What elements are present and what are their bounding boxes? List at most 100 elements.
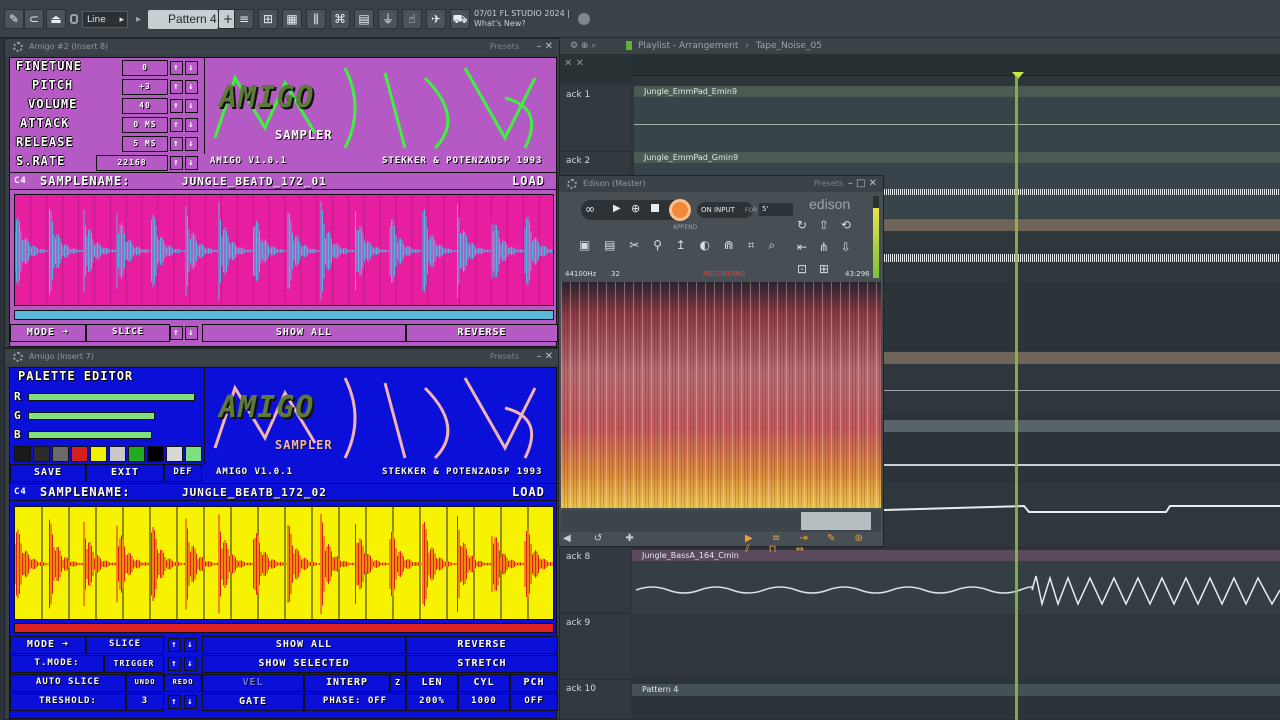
close-icon[interactable]: – □ ✕ [848,176,877,192]
amigo-2-scrollbar[interactable] [14,623,554,633]
def-button[interactable]: DEF [164,464,202,482]
news-panel[interactable]: 07/01 FL STUDIO 2024 | What's New? [474,9,574,29]
tmode-value[interactable]: TRIGGER [104,655,164,673]
channel-rack-icon[interactable]: ⊞ [258,9,278,29]
show-all-button[interactable]: SHOW ALL [202,324,406,342]
slider-r[interactable]: R [14,390,200,404]
presets-button[interactable]: Presets [490,39,519,55]
param-value-srate[interactable]: 22168 [96,155,168,171]
len-value[interactable]: 200% [406,693,458,711]
arrow-up-icon[interactable]: ↑ [170,80,183,94]
pattern-selector[interactable]: Pattern 4 [148,10,218,29]
presets-button[interactable]: Presets [490,349,519,365]
palette-swatch[interactable] [90,446,107,462]
param-value-volume[interactable]: 40 [122,98,168,114]
save-button[interactable]: SAVE [10,464,86,482]
send-icon[interactable]: ✈ [426,9,446,29]
arrow-down-icon[interactable]: ↓ [185,61,198,75]
arrow-up-icon[interactable]: ↑ [168,638,181,652]
amigo-1-scrollbar[interactable] [14,310,554,320]
lock-icon[interactable] [70,14,78,24]
show-all-button[interactable]: SHOW ALL [202,636,406,654]
arrow-down-icon[interactable]: ↓ [185,137,198,151]
phase-button[interactable]: PHASE: OFF [304,693,406,711]
arrow-up-icon[interactable]: ↑ [170,61,183,75]
timeline-ruler[interactable] [632,54,1280,76]
palette-swatch[interactable] [71,446,88,462]
track-header-9[interactable]: ack 9 [560,614,630,680]
close-icon[interactable]: – ✕ [536,39,553,55]
arrow-up-icon[interactable]: ↑ [170,118,183,132]
close-icon[interactable]: – ✕ [536,349,553,365]
plug-icon[interactable]: ⏚ [378,9,398,29]
palette-swatch[interactable] [166,446,183,462]
record-button[interactable] [669,199,691,221]
exit-button[interactable]: EXIT [86,464,164,482]
automation-line-2[interactable] [884,390,1280,391]
arrow-down-icon[interactable]: ↓ [185,118,198,132]
arrow-down-icon[interactable]: ↓ [185,156,198,170]
mixer-icon[interactable]: ⫼ [306,9,326,29]
piano-roll-icon[interactable]: ▦ [282,9,302,29]
amigo-1-waveform[interactable] [14,194,554,306]
palette-swatch[interactable] [33,446,50,462]
arrow-down-icon[interactable]: ↓ [185,80,198,94]
show-selected-button[interactable]: SHOW SELECTED [202,655,406,673]
reverse-button[interactable]: REVERSE [406,324,558,342]
treshold-value[interactable]: 3 [126,693,164,711]
param-value-pitch[interactable]: +3 [122,79,168,95]
arrow-up-icon[interactable]: ↑ [170,326,183,340]
snap-select[interactable]: Line ▸ [82,11,128,28]
presets-button[interactable]: Presets [814,176,843,192]
for-value[interactable]: 5' [759,203,793,216]
arrow-up-icon[interactable]: ↑ [168,695,181,709]
cyl-value[interactable]: 1000 [458,693,510,711]
gear-icon[interactable] [13,352,23,362]
param-value-release[interactable]: 5 MS [122,136,168,152]
arrow-down-icon[interactable]: ↓ [185,99,198,113]
arrow-up-icon[interactable]: ↑ [170,156,183,170]
interp-button[interactable]: INTERP [304,674,390,692]
playlist-tools-icon[interactable]: ⚙ ⊕ ⌕ [570,41,596,51]
palette-swatch[interactable] [128,446,145,462]
pencil-icon[interactable]: ✎ [4,9,24,29]
cart-icon[interactable]: ⛟ [450,9,470,29]
automation-line-1[interactable] [884,464,1280,466]
edison-overview[interactable] [561,510,881,532]
automation-clip[interactable] [883,498,1280,518]
arrow-down-icon[interactable]: ↓ [184,638,197,652]
palette-swatch[interactable] [185,446,202,462]
track-header-1[interactable]: ack 1 [560,86,630,152]
edison-spectrogram[interactable] [561,282,881,508]
track-lane-9[interactable] [632,614,1280,680]
palette-swatch[interactable] [52,446,69,462]
playhead-marker-icon[interactable] [1012,72,1024,79]
touch-icon[interactable]: ☝ [402,9,422,29]
load-button[interactable]: LOAD [512,485,545,499]
playlist-icon[interactable]: ≡ [234,9,254,29]
stretch-button[interactable]: STRETCH [406,655,558,673]
undo-button[interactable]: UNDO [126,674,164,692]
amigo-1-titlebar[interactable]: Amigo #2 (Insert 8) Presets – ✕ [5,39,559,55]
arrow-down-icon[interactable]: ↓ [185,326,198,340]
slider-b[interactable]: B [14,428,200,442]
amigo-2-titlebar[interactable]: Amigo (Insert 7) Presets – ✕ [5,349,559,365]
palette-swatch[interactable] [14,446,31,462]
vel-button[interactable]: VEL [202,674,304,692]
clip-strip-grey[interactable] [884,420,1280,432]
arrow-down-icon[interactable]: ↓ [184,695,197,709]
clip-pattern-4[interactable]: Pattern 4 [632,684,1280,696]
samplename-row[interactable]: C4 SAMPLENAME: JUNGLE_BEATB_172_02 LOAD [10,483,558,501]
slider-g[interactable]: G [14,409,200,423]
palette-swatch[interactable] [147,446,164,462]
track-header-8[interactable]: ack 8 [560,548,630,614]
plugin-icon[interactable]: ⌘ [330,9,350,29]
append-label[interactable]: APPEND [673,224,697,231]
mode-value[interactable]: SLICE [86,636,164,654]
reverse-button[interactable]: REVERSE [406,636,558,654]
loop-icon[interactable]: ∞ [585,202,595,216]
clip-strip-brown-1[interactable] [884,219,1280,231]
pch-value[interactable]: OFF [510,693,558,711]
edison-bottom-tools-right[interactable]: ▶ ≡ ⇥ ✎ ⊛ ⫽ ⊓ ⇔ [745,533,883,555]
amigo-2-waveform[interactable] [14,506,554,620]
